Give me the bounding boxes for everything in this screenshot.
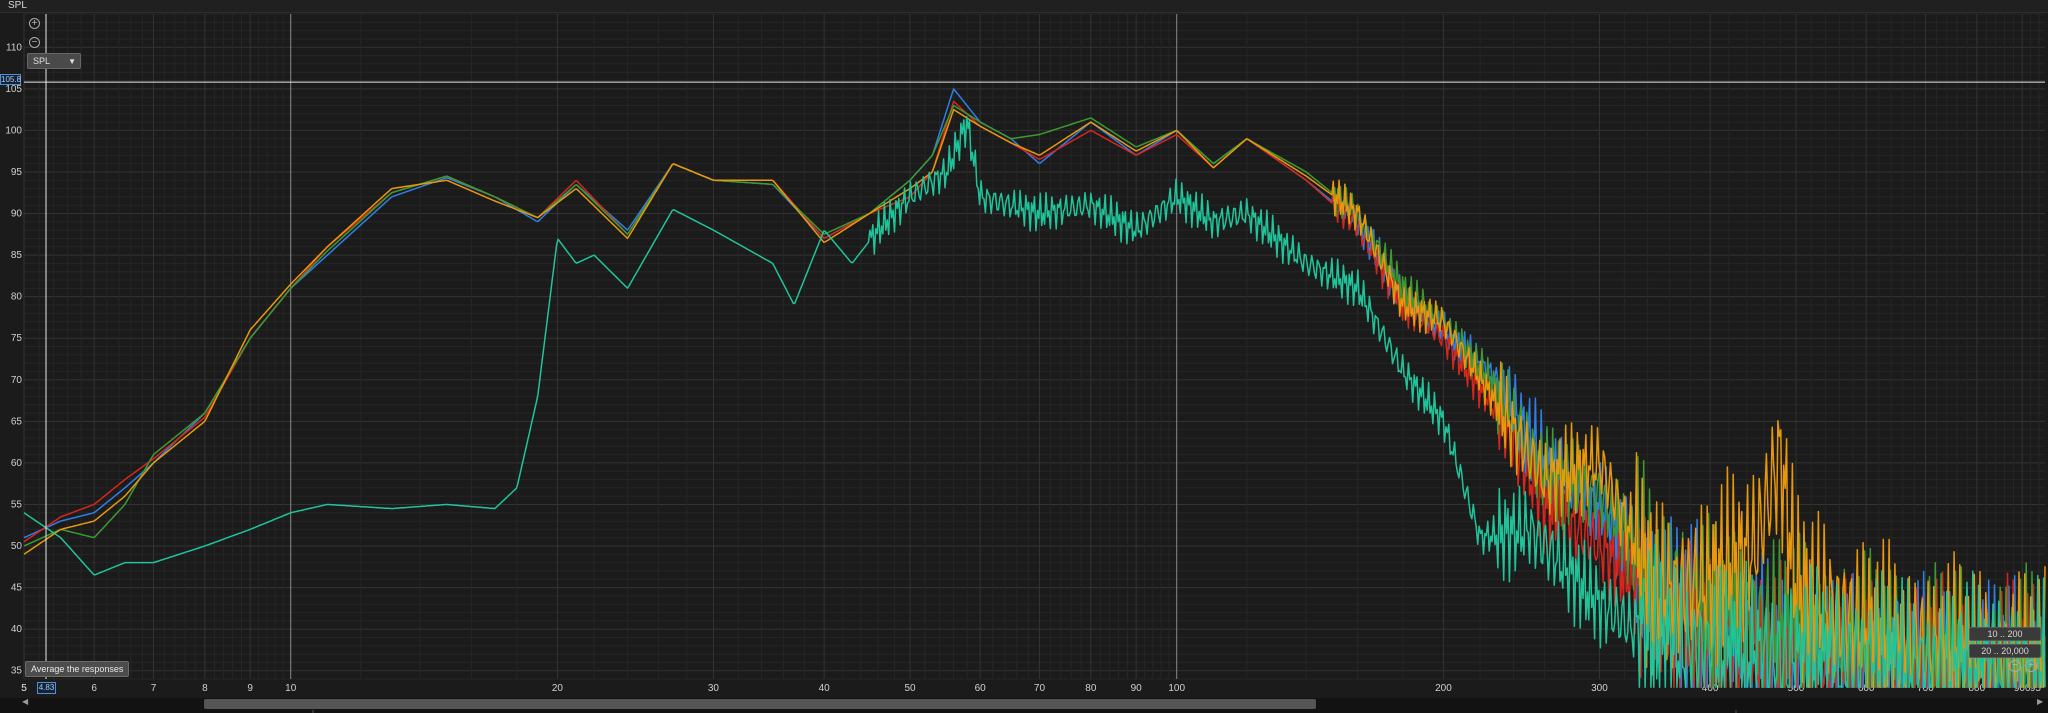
cursor-y-readout: 105.8 bbox=[0, 74, 22, 85]
x-tick-label: 60 bbox=[975, 683, 987, 694]
y-tick-label: 75 bbox=[11, 333, 23, 344]
range-10-200-button[interactable]: 10 .. 200 bbox=[1969, 627, 2041, 641]
zoom-out-icon[interactable]: − bbox=[2009, 660, 2021, 672]
x-edge-label: 5 bbox=[21, 683, 27, 694]
y-tick-label: 100 bbox=[5, 125, 22, 136]
y-tick-label: 35 bbox=[11, 666, 23, 677]
x-tick-label: 90 bbox=[1131, 683, 1143, 694]
measurement-select[interactable]: SPL ▼ bbox=[27, 53, 81, 69]
y-tick-label: 40 bbox=[11, 624, 23, 635]
x-tick-label: 7 bbox=[151, 683, 157, 694]
scroll-left-icon[interactable]: ◀ bbox=[22, 697, 28, 706]
x-tick-label: 70 bbox=[1034, 683, 1046, 694]
range-20-20000-button[interactable]: 20 .. 20,000 bbox=[1969, 644, 2041, 658]
zoom-in-icon[interactable]: + bbox=[29, 18, 40, 29]
average-tooltip: Average the responses bbox=[25, 661, 130, 677]
scrollbar-thumb[interactable] bbox=[204, 699, 1316, 709]
app-window: SPL 35 40 45 50 55 60 65 70 75 80 85 90 95 100 105 110 … bbox=[0, 0, 2048, 713]
y-tick-label: 95 bbox=[11, 167, 23, 178]
x-tick-label: 9 bbox=[247, 683, 253, 694]
x-tick-label: 40 bbox=[819, 683, 831, 694]
y-tick-label: 50 bbox=[11, 541, 23, 552]
x-tick-label: 300 bbox=[1591, 683, 1608, 694]
x-tick-label: 100 bbox=[1168, 683, 1185, 694]
measurement-select-value: SPL bbox=[33, 56, 51, 66]
y-tick-label: 70 bbox=[11, 375, 23, 386]
y-tick-label: 90 bbox=[11, 209, 23, 220]
x-tick-label: 30 bbox=[708, 683, 720, 694]
cursor-x-readout: 4.83 bbox=[37, 682, 56, 694]
x-tick-label: 10 bbox=[285, 683, 297, 694]
y-tick-label: 65 bbox=[11, 416, 23, 427]
y-tick-label: 110 bbox=[6, 42, 22, 53]
y-tick-label: 105 bbox=[5, 84, 22, 95]
x-tick-label: 80 bbox=[1085, 683, 1097, 694]
y-tick-label: 45 bbox=[11, 583, 23, 594]
spl-chart[interactable]: 35 40 45 50 55 60 65 70 75 80 85 90 95 100 105 110 5 6 7 8… bbox=[0, 0, 2048, 713]
y-tick-label: 80 bbox=[11, 292, 23, 303]
y-tick-label: 85 bbox=[11, 250, 23, 261]
x-tick-label: 200 bbox=[1435, 683, 1452, 694]
x-tick-label: 50 bbox=[904, 683, 916, 694]
x-tick-label: 6 bbox=[91, 683, 97, 694]
y-tick-label: 55 bbox=[11, 499, 23, 510]
zoom-out-icon[interactable]: − bbox=[29, 37, 40, 48]
zoom-in-icon[interactable]: + bbox=[2025, 660, 2037, 672]
y-tick-label: 60 bbox=[11, 458, 23, 469]
x-tick-label: 8 bbox=[202, 683, 208, 694]
chevron-down-icon: ▼ bbox=[68, 57, 76, 66]
scroll-right-icon[interactable]: ▶ bbox=[2037, 697, 2043, 706]
x-tick-label: 20 bbox=[552, 683, 564, 694]
